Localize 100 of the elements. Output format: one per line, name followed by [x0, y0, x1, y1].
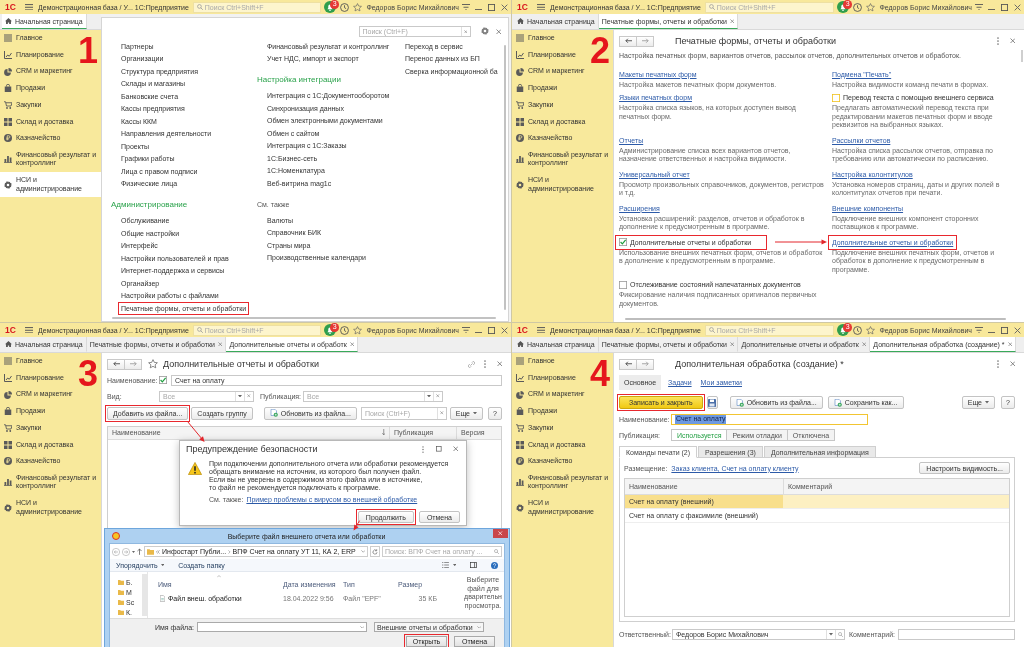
app-logo[interactable]: 1С: [5, 325, 20, 335]
coin-icon: [4, 134, 12, 143]
caret-icon[interactable]: [452, 563, 456, 567]
close-icon[interactable]: [861, 341, 867, 347]
menu-icon[interactable]: [25, 3, 33, 11]
refresh-button[interactable]: [370, 546, 380, 557]
coin-icon: [4, 457, 12, 466]
clock-icon[interactable]: [340, 2, 350, 12]
step-number: 2: [590, 33, 611, 69]
arrow-up-icon[interactable]: [137, 548, 142, 555]
back-button[interactable]: [107, 358, 125, 370]
file-icon: [160, 594, 165, 602]
close-icon[interactable]: [729, 18, 735, 24]
checkbox[interactable]: [619, 238, 627, 246]
forward-button[interactable]: [637, 35, 654, 47]
more-icon[interactable]: [996, 37, 999, 45]
close-icon[interactable]: [496, 361, 502, 367]
pie-chart-icon: [4, 390, 12, 399]
scrollbar[interactable]: [142, 574, 147, 616]
gear-icon: [4, 180, 12, 189]
scrollbar[interactable]: [503, 45, 506, 310]
more-icon[interactable]: [996, 360, 999, 368]
forward-button[interactable]: [637, 358, 654, 370]
clock-icon[interactable]: [853, 325, 863, 335]
comment-field[interactable]: [898, 629, 1015, 640]
list-icon: [4, 357, 12, 366]
star-icon[interactable]: [866, 2, 876, 12]
app-logo[interactable]: 1С: [5, 2, 20, 12]
settings-icon[interactable]: [480, 27, 489, 35]
clock-icon[interactable]: [853, 2, 863, 12]
close-icon[interactable]: [1009, 361, 1015, 367]
app-icon: [112, 532, 120, 540]
scrollbar[interactable]: [1020, 50, 1023, 62]
caret-icon[interactable]: [132, 550, 135, 553]
clear-button[interactable]: [460, 27, 470, 36]
clock-icon[interactable]: [340, 325, 350, 335]
back-button[interactable]: [619, 35, 637, 47]
maximize-icon[interactable]: [1001, 3, 1008, 11]
lines-icon[interactable]: [975, 326, 983, 334]
forward-button[interactable]: [125, 358, 142, 370]
list-view-icon[interactable]: [441, 562, 449, 568]
pointer-arrow: [775, 239, 827, 245]
back-icon[interactable]: [112, 547, 120, 556]
file-name-field[interactable]: [197, 622, 367, 632]
clear-button[interactable]: [436, 407, 446, 419]
scrollbar[interactable]: [112, 316, 496, 319]
close-icon[interactable]: [1007, 341, 1013, 347]
chevron-icon[interactable]: [228, 549, 231, 554]
menu-icon[interactable]: [25, 326, 33, 334]
close-icon[interactable]: [1014, 3, 1021, 11]
checkbox[interactable]: [832, 93, 840, 102]
star-icon[interactable]: [866, 325, 876, 335]
maximize-icon[interactable]: [436, 446, 442, 452]
save-button[interactable]: [706, 396, 718, 409]
arrow-left-icon: [112, 361, 120, 367]
close-icon[interactable]: [1014, 326, 1021, 334]
maximize-icon[interactable]: [1001, 326, 1008, 334]
lines-icon[interactable]: [462, 326, 470, 334]
close-icon[interactable]: [1009, 38, 1015, 44]
clear-button[interactable]: [433, 391, 442, 401]
close-icon[interactable]: [217, 341, 223, 347]
dropdown-button[interactable]: [235, 391, 244, 401]
bar-chart-icon: [516, 155, 524, 164]
chevron-down-icon[interactable]: [360, 550, 365, 553]
close-icon[interactable]: [349, 341, 355, 347]
back-button[interactable]: [619, 358, 637, 370]
search-button[interactable]: [835, 630, 844, 639]
close-icon[interactable]: [452, 446, 458, 452]
star-icon[interactable]: [353, 2, 363, 12]
step-number: 4: [590, 356, 611, 392]
more-icon[interactable]: [483, 360, 486, 368]
star-icon[interactable]: [148, 359, 158, 369]
menu-icon[interactable]: [537, 326, 545, 334]
close-icon[interactable]: [501, 3, 508, 11]
app-logo[interactable]: 1С: [517, 2, 532, 12]
clear-button[interactable]: [244, 391, 253, 401]
checkbox[interactable]: [159, 376, 167, 384]
app-logo[interactable]: 1С: [517, 325, 532, 335]
dropdown-button[interactable]: [826, 630, 835, 639]
link-icon[interactable]: [467, 360, 475, 368]
chevrons-icon[interactable]: [156, 549, 160, 554]
close-icon[interactable]: [729, 341, 735, 347]
menu-icon[interactable]: [537, 3, 545, 11]
lines-icon[interactable]: [462, 3, 470, 11]
lines-icon[interactable]: [975, 3, 983, 11]
dropdown-button[interactable]: [424, 391, 433, 401]
pane-icon[interactable]: [470, 562, 477, 568]
star-icon[interactable]: [353, 325, 363, 335]
scrollbar[interactable]: [625, 317, 1006, 320]
close-icon[interactable]: [501, 326, 508, 334]
close-button[interactable]: [493, 529, 508, 538]
pie-chart-icon: [516, 390, 524, 399]
help-icon[interactable]: [491, 561, 498, 569]
checkbox[interactable]: [619, 280, 627, 289]
maximize-icon[interactable]: [488, 3, 495, 11]
list-icon: [516, 357, 524, 366]
caret-icon: [985, 401, 989, 404]
floppy-icon: [708, 398, 717, 407]
maximize-icon[interactable]: [488, 326, 495, 334]
close-icon[interactable]: [495, 28, 501, 34]
